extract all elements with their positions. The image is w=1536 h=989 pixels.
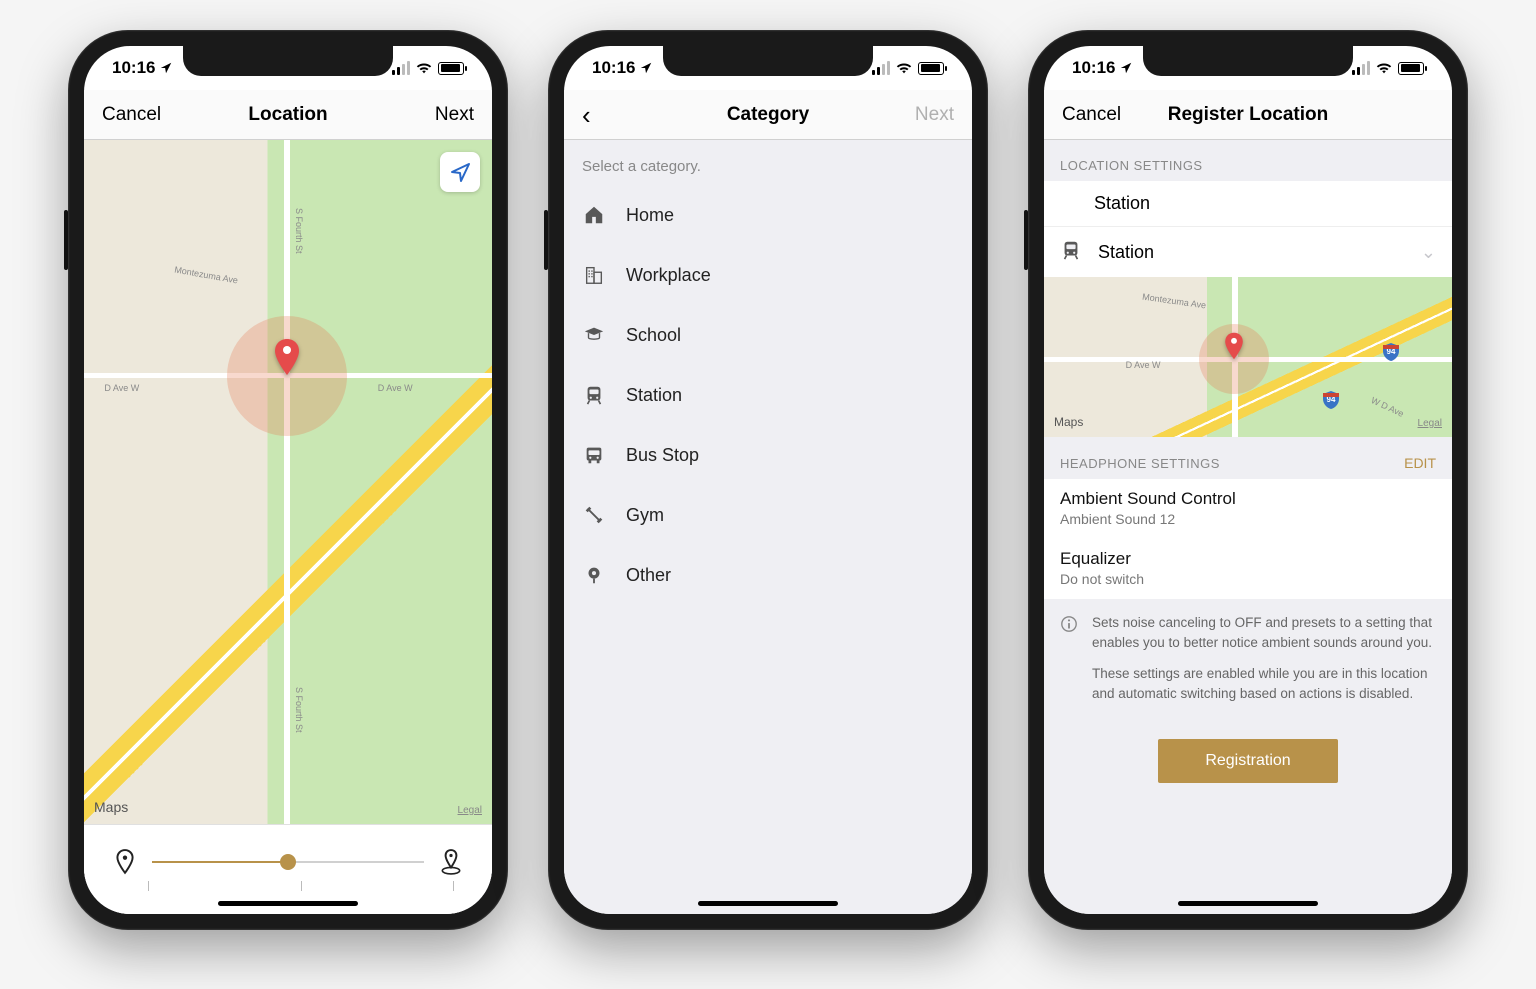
locate-icon [449, 161, 471, 183]
status-time: 10:16 [592, 58, 635, 78]
cell-signal-icon [1352, 61, 1370, 75]
location-name-value: Station [1094, 193, 1150, 214]
train-icon [1060, 239, 1084, 265]
pin-small-icon [114, 849, 136, 875]
school-icon [582, 324, 606, 346]
maps-attribution: Maps [94, 799, 128, 816]
pin-range-icon [440, 849, 462, 875]
info-icon [1060, 615, 1080, 703]
status-time: 10:16 [1072, 58, 1115, 78]
phone-category: 10:16 ‹ Category Next Select a category.… [548, 30, 988, 930]
workplace-icon [582, 264, 606, 286]
notch [183, 46, 393, 76]
home-indicator [218, 901, 358, 906]
category-label: Station [626, 385, 682, 406]
category-list: Home Workplace School Station Bus Stop Gym Oth… [564, 185, 972, 605]
location-services-icon [639, 61, 653, 75]
locate-me-button[interactable] [440, 152, 480, 192]
category-content: Select a category. Home Workplace School St… [564, 140, 972, 914]
category-item-station[interactable]: Station [564, 365, 972, 425]
category-item-other[interactable]: Other [564, 545, 972, 605]
nav-bar: ‹ Category Next [564, 90, 972, 140]
registration-button[interactable]: Registration [1158, 739, 1338, 783]
next-button[interactable]: Next [404, 104, 474, 126]
info-block: Sets noise canceling to OFF and presets … [1044, 599, 1452, 723]
back-button[interactable]: ‹ [582, 102, 652, 128]
wifi-icon [415, 61, 433, 75]
home-indicator [1178, 901, 1318, 906]
cancel-button[interactable]: Cancel [102, 104, 172, 126]
register-content: LOCATION SETTINGS Station Station ⌄ Mont… [1044, 140, 1452, 914]
category-label: Workplace [626, 265, 711, 286]
nav-title: Register Location [1168, 104, 1328, 126]
category-label: Gym [626, 505, 664, 526]
edit-button[interactable]: EDIT [1404, 455, 1436, 471]
home-indicator [698, 901, 838, 906]
notch [1143, 46, 1353, 76]
cell-signal-icon [872, 61, 890, 75]
highway-shield-icon [1320, 389, 1342, 411]
cell-signal-icon [392, 61, 410, 75]
location-name-row[interactable]: Station [1044, 181, 1452, 227]
highway-shield-icon [1380, 341, 1402, 363]
nav-bar: Cancel Location Next [84, 90, 492, 140]
category-label: Home [626, 205, 674, 226]
location-type-row[interactable]: Station ⌄ [1044, 227, 1452, 277]
home-icon [582, 204, 606, 226]
radius-slider[interactable] [152, 850, 424, 874]
battery-icon [918, 62, 944, 75]
nav-title: Category [727, 104, 809, 126]
maps-attribution: Maps [1054, 415, 1083, 429]
location-content: S Fourth St S Fourth St D Ave W D Ave W … [84, 140, 492, 914]
location-services-icon [1119, 61, 1133, 75]
equalizer-row[interactable]: Equalizer Do not switch [1044, 539, 1452, 599]
notch [663, 46, 873, 76]
legal-link[interactable]: Legal [1418, 418, 1442, 429]
category-hint: Select a category. [564, 140, 972, 185]
gym-icon [582, 504, 606, 526]
bus-icon [582, 444, 606, 466]
slider-ticks [114, 881, 462, 891]
category-item-gym[interactable]: Gym [564, 485, 972, 545]
category-label: Other [626, 565, 671, 586]
battery-icon [1398, 62, 1424, 75]
phone-location: 10:16 Cancel Location Next S Fourth St S… [68, 30, 508, 930]
station-icon [582, 384, 606, 406]
wifi-icon [895, 61, 913, 75]
status-time: 10:16 [112, 58, 155, 78]
category-item-home[interactable]: Home [564, 185, 972, 245]
nav-bar: Cancel Register Location [1044, 90, 1452, 140]
battery-icon [438, 62, 464, 75]
wifi-icon [1375, 61, 1393, 75]
phone-register: 10:16 Cancel Register Location LOCATION … [1028, 30, 1468, 930]
category-label: Bus Stop [626, 445, 699, 466]
next-button-disabled: Next [884, 104, 954, 126]
category-item-school[interactable]: School [564, 305, 972, 365]
map-pin-icon[interactable] [272, 337, 302, 377]
legal-link[interactable]: Legal [458, 805, 482, 816]
map-pin-icon [1223, 331, 1245, 361]
ambient-sound-row[interactable]: Ambient Sound Control Ambient Sound 12 [1044, 479, 1452, 539]
other-icon [582, 564, 606, 586]
section-headphone-header: HEADPHONE SETTINGS EDIT [1044, 437, 1452, 479]
category-label: School [626, 325, 681, 346]
category-item-workplace[interactable]: Workplace [564, 245, 972, 305]
mini-map[interactable]: Montezuma Ave D Ave W W D Ave Maps Legal [1044, 277, 1452, 437]
nav-title: Location [248, 104, 327, 126]
location-type-value: Station [1098, 242, 1154, 263]
location-services-icon [159, 61, 173, 75]
chevron-down-icon: ⌄ [1421, 242, 1436, 263]
cancel-button[interactable]: Cancel [1062, 104, 1132, 126]
map-view[interactable]: S Fourth St S Fourth St D Ave W D Ave W … [84, 140, 492, 824]
section-location-header: LOCATION SETTINGS [1044, 140, 1452, 181]
category-item-bus[interactable]: Bus Stop [564, 425, 972, 485]
